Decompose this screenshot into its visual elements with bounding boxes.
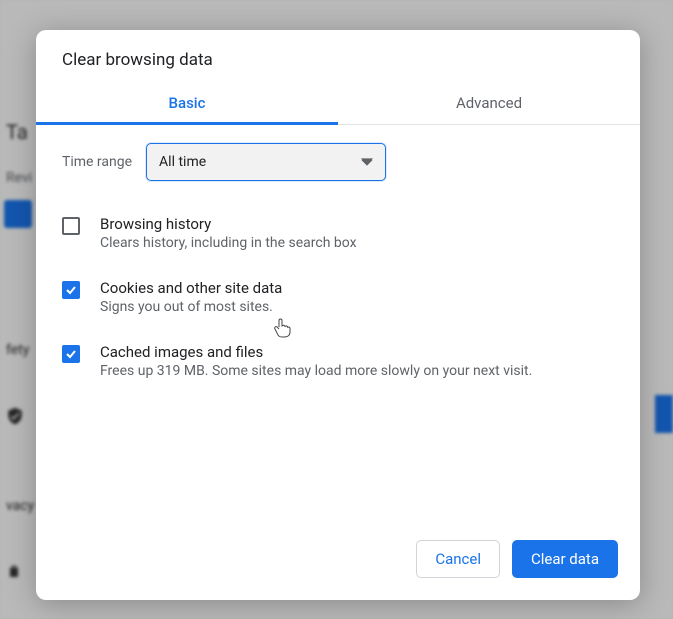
dialog-footer: Cancel Clear data	[36, 524, 640, 600]
option-title: Cookies and other site data	[100, 279, 282, 297]
checkbox-cache[interactable]	[62, 345, 80, 363]
tab-basic-label: Basic	[169, 94, 206, 112]
chevron-down-icon	[361, 153, 373, 172]
clear-browsing-data-dialog: Clear browsing data Basic Advanced Time …	[36, 30, 640, 600]
dialog-tabs: Basic Advanced	[36, 82, 640, 125]
option-desc: Signs you out of most sites.	[100, 299, 282, 315]
cancel-button-label: Cancel	[435, 550, 481, 568]
dialog-title: Clear browsing data	[36, 30, 640, 74]
tab-basic[interactable]: Basic	[36, 82, 338, 124]
cancel-button[interactable]: Cancel	[416, 540, 500, 578]
checkbox-browsing-history[interactable]	[62, 217, 80, 235]
option-desc: Clears history, including in the search …	[100, 235, 357, 251]
option-title: Browsing history	[100, 215, 357, 233]
time-range-value: All time	[159, 154, 206, 170]
option-cache: Cached images and files Frees up 319 MB.…	[62, 333, 614, 397]
option-desc: Frees up 319 MB. Some sites may load mor…	[100, 363, 532, 379]
tab-advanced[interactable]: Advanced	[338, 82, 640, 124]
option-title: Cached images and files	[100, 343, 532, 361]
option-browsing-history: Browsing history Clears history, includi…	[62, 205, 614, 269]
clear-data-button[interactable]: Clear data	[512, 540, 618, 578]
checkbox-cookies[interactable]	[62, 281, 80, 299]
time-range-select[interactable]: All time	[146, 143, 386, 181]
tab-advanced-label: Advanced	[456, 94, 522, 112]
option-cookies: Cookies and other site data Signs you ou…	[62, 269, 614, 333]
time-range-label: Time range	[62, 154, 132, 170]
time-range-row: Time range All time	[62, 143, 614, 181]
clear-data-button-label: Clear data	[531, 550, 599, 568]
dialog-body: Time range All time Browsing history Cle…	[36, 125, 640, 524]
